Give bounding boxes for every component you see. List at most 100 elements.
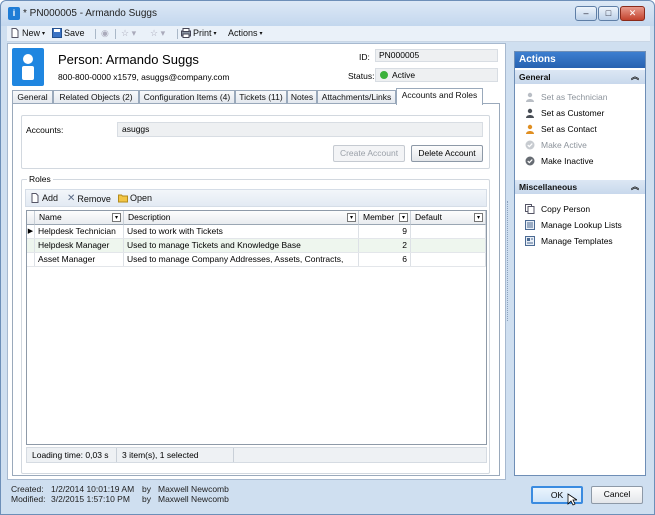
row-selected-indicator-icon: ▶ bbox=[27, 225, 35, 238]
role-member: 2 bbox=[359, 239, 411, 252]
role-name: Asset Manager bbox=[35, 253, 124, 266]
tab-strip: General Related Objects (2) Configuratio… bbox=[12, 88, 505, 105]
app-icon: i bbox=[8, 7, 20, 20]
tab-general[interactable]: General bbox=[12, 90, 53, 104]
column-header-default[interactable]: Default ▾ bbox=[411, 211, 486, 225]
accounts-field[interactable]: asuggs bbox=[117, 122, 483, 137]
save-button[interactable]: Save bbox=[52, 28, 85, 38]
table-row[interactable]: Helpdesk Manager Used to manage Tickets … bbox=[27, 239, 486, 253]
make-active-label: Make Active bbox=[541, 140, 587, 150]
row-indicator bbox=[27, 253, 35, 266]
customer-icon bbox=[526, 108, 534, 118]
collapse-icon[interactable]: ︽ bbox=[631, 70, 639, 84]
copy-person-label: Copy Person bbox=[541, 204, 591, 214]
accounts-label: Accounts: bbox=[26, 125, 64, 135]
person-icon bbox=[526, 92, 534, 102]
status-field[interactable]: Active bbox=[375, 68, 498, 82]
add-role-button[interactable]: Add bbox=[30, 193, 58, 203]
role-name: Helpdesk Manager bbox=[35, 239, 124, 252]
person-contact: 800-800-0000 x1579, asuggs@company.com bbox=[58, 72, 230, 82]
open-role-button[interactable]: Open bbox=[118, 193, 152, 203]
role-name: Helpdesk Technician bbox=[35, 225, 124, 238]
window: i * PN000005 - Armando Suggs – □ ✕ New ▾ … bbox=[0, 0, 655, 515]
panel-splitter[interactable] bbox=[507, 201, 509, 321]
set-as-customer-label: Set as Customer bbox=[541, 108, 605, 118]
collapse-icon[interactable]: ︽ bbox=[631, 180, 639, 194]
contact-icon bbox=[526, 124, 534, 134]
make-inactive-action[interactable]: Make Inactive bbox=[525, 156, 593, 166]
printer-icon bbox=[181, 28, 191, 38]
column-header-description[interactable]: Description ▾ bbox=[124, 211, 359, 225]
minimize-button[interactable]: – bbox=[575, 6, 597, 21]
set-as-technician-label: Set as Technician bbox=[541, 92, 608, 102]
make-active-action[interactable]: Make Active bbox=[525, 140, 587, 150]
tab-accounts-and-roles[interactable]: Accounts and Roles bbox=[396, 88, 483, 105]
check-circle-icon bbox=[525, 156, 535, 166]
column-name-label: Name bbox=[39, 212, 62, 222]
status-dot-icon bbox=[380, 71, 388, 79]
role-description: Used to manage Tickets and Knowledge Bas… bbox=[124, 239, 359, 252]
toolbar-separator bbox=[177, 29, 178, 39]
status-label: Status: bbox=[348, 71, 375, 81]
template-icon bbox=[525, 236, 535, 246]
print-button[interactable]: Print ▾ bbox=[181, 28, 217, 38]
tab-attachments-links[interactable]: Attachments/Links bbox=[317, 90, 396, 104]
save-icon bbox=[52, 28, 62, 38]
remove-label: Remove bbox=[77, 193, 111, 204]
manage-templates-action[interactable]: Manage Templates bbox=[525, 236, 613, 246]
column-header-member[interactable]: Member ▾ bbox=[359, 211, 411, 225]
table-row[interactable]: ▶ Helpdesk Technician Used to work with … bbox=[27, 225, 486, 239]
column-header-name[interactable]: Name ▾ bbox=[35, 211, 124, 225]
cancel-button[interactable]: Cancel bbox=[591, 486, 643, 504]
id-label: ID: bbox=[359, 52, 370, 62]
manage-lookup-lists-action[interactable]: Manage Lookup Lists bbox=[525, 220, 622, 230]
filter-dropdown-icon[interactable]: ▾ bbox=[112, 213, 121, 222]
refresh-icon: ◉ bbox=[101, 28, 109, 38]
print-label: Print bbox=[193, 28, 212, 38]
item-count: 3 item(s), 1 selected bbox=[117, 448, 234, 462]
toolbar-separator bbox=[95, 29, 96, 39]
filter-dropdown-icon[interactable]: ▾ bbox=[399, 213, 408, 222]
actions-menu[interactable]: Actions ▾ bbox=[228, 28, 263, 38]
manage-lookup-lists-label: Manage Lookup Lists bbox=[541, 220, 622, 230]
remove-role-button[interactable]: ✕ Remove bbox=[67, 193, 111, 204]
column-default-label: Default bbox=[415, 212, 442, 222]
roles-title: Roles bbox=[27, 174, 53, 184]
remove-icon: ✕ bbox=[67, 193, 76, 204]
footer: Created: 1/2/2014 10:01:19 AM by Maxwell… bbox=[1, 481, 654, 514]
created-label: Created: bbox=[11, 484, 44, 494]
tab-notes[interactable]: Notes bbox=[287, 90, 317, 104]
miscellaneous-section-label: Miscellaneous bbox=[519, 182, 578, 192]
general-section-header[interactable]: General ︽ bbox=[515, 70, 645, 84]
set-as-technician-action[interactable]: Set as Technician bbox=[525, 92, 607, 102]
modified-by-label: by bbox=[142, 494, 151, 504]
created-by-label: by bbox=[142, 484, 151, 494]
delete-account-button[interactable]: Delete Account bbox=[411, 145, 483, 162]
table-row[interactable]: Asset Manager Used to manage Company Add… bbox=[27, 253, 486, 267]
actions-panel-title: Actions bbox=[515, 52, 645, 68]
actions-label: Actions bbox=[228, 28, 258, 38]
new-button[interactable]: New ▾ bbox=[10, 28, 45, 38]
row-indicator-header bbox=[27, 211, 35, 225]
tab-related-objects[interactable]: Related Objects (2) bbox=[53, 90, 139, 104]
filter-dropdown-icon[interactable]: ▾ bbox=[347, 213, 356, 222]
copy-person-action[interactable]: Copy Person bbox=[525, 204, 590, 214]
roles-section: Add ✕ Remove Open Name ▾ Description ▾ M… bbox=[21, 179, 490, 474]
open-label: Open bbox=[130, 193, 153, 203]
roles-toolbar: Add ✕ Remove Open bbox=[25, 189, 487, 207]
miscellaneous-section-header[interactable]: Miscellaneous ︽ bbox=[515, 180, 645, 194]
set-as-contact-action[interactable]: Set as Contact bbox=[525, 124, 597, 134]
role-description: Used to manage Company Addresses, Assets… bbox=[124, 253, 359, 266]
window-title: * PN000005 - Armando Suggs bbox=[23, 8, 157, 19]
accounts-roles-panel: Accounts: asuggs Create Account Delete A… bbox=[12, 103, 500, 476]
created-by: Maxwell Newcomb bbox=[158, 484, 229, 494]
tab-tickets[interactable]: Tickets (11) bbox=[235, 90, 287, 104]
create-account-button[interactable]: Create Account bbox=[333, 145, 405, 162]
maximize-button[interactable]: □ bbox=[598, 6, 619, 21]
save-label: Save bbox=[64, 28, 85, 38]
filter-dropdown-icon[interactable]: ▾ bbox=[474, 213, 483, 222]
row-indicator bbox=[27, 239, 35, 252]
tab-configuration-items[interactable]: Configuration Items (4) bbox=[139, 90, 235, 104]
set-as-customer-action[interactable]: Set as Customer bbox=[525, 108, 604, 118]
close-button[interactable]: ✕ bbox=[620, 6, 645, 21]
